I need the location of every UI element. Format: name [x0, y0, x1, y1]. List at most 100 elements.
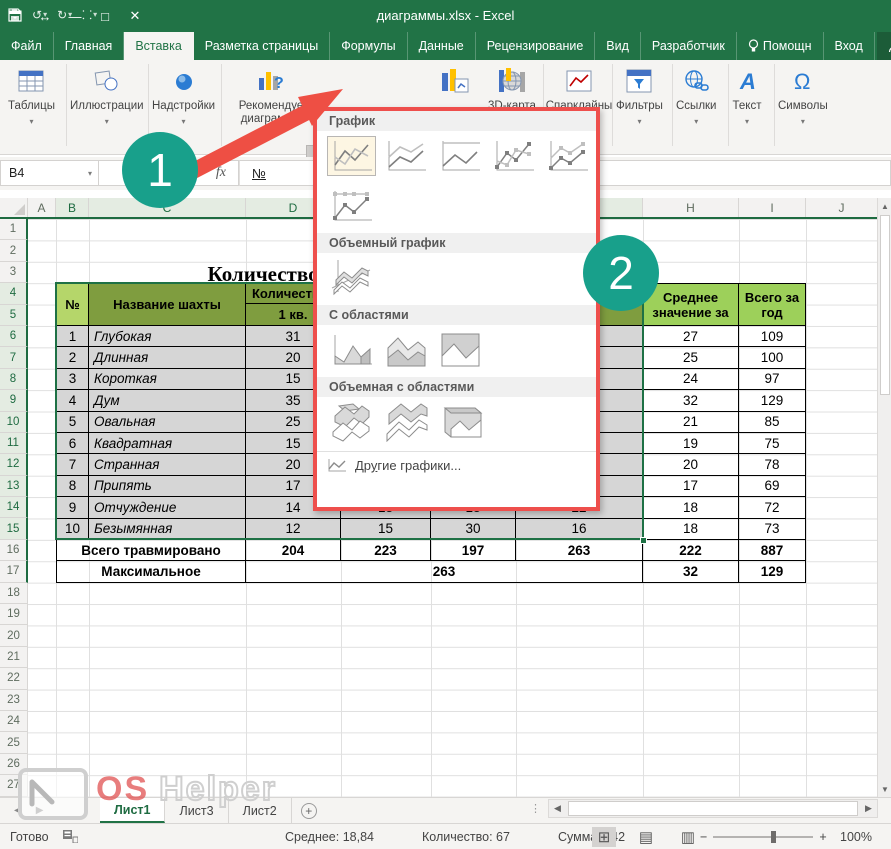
scrollbar-resize-dots[interactable]: ⋮	[530, 802, 542, 815]
new-sheet-button[interactable]: +	[292, 798, 326, 823]
illustrations-group-button[interactable]: Иллюстрации ▾	[70, 64, 144, 128]
row-number[interactable]: 4	[0, 283, 28, 304]
name-box[interactable]: B4 ▾	[0, 160, 99, 186]
row-number[interactable]: 10	[0, 412, 28, 433]
max-avg[interactable]: 32	[643, 561, 739, 583]
cell-q4[interactable]: 16	[516, 519, 643, 540]
stacked-line-with-markers-chart-option[interactable]	[543, 136, 592, 176]
status-average[interactable]: Среднее: 18,84	[285, 830, 374, 844]
name-box-dropdown-icon[interactable]: ▾	[88, 169, 92, 178]
tab-data[interactable]: Данные	[408, 32, 476, 60]
max-value[interactable]: 263	[246, 561, 643, 583]
totals-q4[interactable]: 263	[516, 540, 643, 561]
cell-num[interactable]: 5	[56, 412, 89, 433]
insert-function-button[interactable]: fx	[216, 165, 226, 181]
zoom-percentage[interactable]: 100%	[840, 830, 872, 844]
area-3d-chart-option[interactable]	[327, 402, 376, 442]
cell-num[interactable]: 1	[56, 326, 89, 347]
select-all-corner[interactable]	[0, 198, 28, 217]
tab-page-layout[interactable]: Разметка страницы	[194, 32, 330, 60]
cell-avg[interactable]: 24	[643, 369, 739, 390]
filters-group-button[interactable]: Фильтры ▾	[616, 64, 663, 128]
cell-name[interactable]: Отчуждение	[89, 497, 246, 518]
row-number[interactable]: 21	[0, 647, 28, 668]
row-number[interactable]: 6	[0, 326, 28, 347]
header-year-total[interactable]: Всего за год	[739, 283, 806, 326]
area-chart-option[interactable]	[327, 330, 376, 370]
cell-avg[interactable]: 17	[643, 476, 739, 497]
scroll-right-icon[interactable]: ▶	[860, 803, 877, 814]
row-number[interactable]: 13	[0, 476, 28, 497]
combo-chart-button[interactable]	[438, 64, 472, 100]
row-number[interactable]: 1	[0, 219, 28, 240]
row-number[interactable]: 14	[0, 497, 28, 518]
row-number[interactable]: 22	[0, 668, 28, 689]
totals-q1[interactable]: 204	[246, 540, 341, 561]
totals-total[interactable]: 887	[739, 540, 806, 561]
cell-name[interactable]: Дум	[89, 390, 246, 411]
recommended-charts-button[interactable]: ? Рекомендуе диаграммы	[228, 64, 314, 126]
cell-num[interactable]: 4	[56, 390, 89, 411]
line-with-markers-chart-option[interactable]	[489, 136, 538, 176]
row-number[interactable]: 18	[0, 583, 28, 604]
cell-q3[interactable]: 30	[431, 519, 516, 540]
cell-total[interactable]: 78	[739, 454, 806, 475]
tab-developer[interactable]: Разработчик	[641, 32, 737, 60]
cell-avg[interactable]: 18	[643, 519, 739, 540]
line-3d-chart-option[interactable]	[327, 258, 376, 298]
cell-total[interactable]: 97	[739, 369, 806, 390]
cell-num[interactable]: 2	[56, 347, 89, 368]
cell-name[interactable]: Глубокая	[89, 326, 246, 347]
status-count[interactable]: Количество: 67	[422, 830, 510, 844]
page-break-view-icon[interactable]: ▥	[676, 827, 700, 847]
row-number[interactable]: 19	[0, 604, 28, 625]
cell-total[interactable]: 129	[739, 390, 806, 411]
totals-avg[interactable]: 222	[643, 540, 739, 561]
tab-home[interactable]: Главная	[54, 32, 125, 60]
row-number[interactable]: 3	[0, 262, 28, 283]
column-header-a[interactable]: A	[28, 198, 56, 217]
cell-name[interactable]: Длинная	[89, 347, 246, 368]
normal-view-icon[interactable]: ⊞	[592, 827, 616, 847]
cell-name[interactable]: Овальная	[89, 412, 246, 433]
cell-q1[interactable]: 12	[246, 519, 341, 540]
row-number[interactable]: 20	[0, 625, 28, 646]
stacked-line-100-with-markers-chart-option[interactable]	[327, 186, 376, 226]
line-chart-option[interactable]	[327, 136, 376, 176]
horizontal-scrollbar[interactable]: ◀ ▶	[548, 799, 878, 818]
tab-formulas[interactable]: Формулы	[330, 32, 407, 60]
cell-avg[interactable]: 21	[643, 412, 739, 433]
sign-in-button[interactable]: Вход	[824, 32, 875, 60]
zoom-slider-thumb[interactable]	[771, 831, 776, 843]
row-number[interactable]: 8	[0, 369, 28, 390]
row-number[interactable]: 23	[0, 690, 28, 711]
share-button[interactable]: Общий доступ	[877, 32, 891, 60]
row-number[interactable]: 7	[0, 347, 28, 368]
totals-label[interactable]: Всего травмировано	[56, 540, 246, 561]
stacked-area-chart-option[interactable]	[381, 330, 430, 370]
vertical-scroll-thumb[interactable]	[880, 215, 890, 395]
cell-num[interactable]: 3	[56, 369, 89, 390]
vertical-scrollbar[interactable]: ▲ ▼	[877, 198, 891, 797]
zoom-slider[interactable]	[713, 836, 813, 838]
column-header-j[interactable]: J	[806, 198, 877, 217]
header-average[interactable]: Среднее значение за	[643, 283, 739, 326]
cell-num[interactable]: 6	[56, 433, 89, 454]
header-mine-name[interactable]: Название шахты	[89, 283, 246, 326]
tab-insert[interactable]: Вставка	[124, 32, 193, 60]
fill-handle[interactable]	[640, 537, 647, 544]
cell-total[interactable]: 72	[739, 497, 806, 518]
max-label[interactable]: Максимальное	[56, 561, 246, 583]
cell-name[interactable]: Квадратная	[89, 433, 246, 454]
cell-avg[interactable]: 27	[643, 326, 739, 347]
cell-total[interactable]: 85	[739, 412, 806, 433]
page-layout-view-icon[interactable]: ▤	[634, 827, 658, 847]
links-group-button[interactable]: Ссылки ▾	[676, 64, 717, 128]
column-header-h[interactable]: H	[643, 198, 739, 217]
row-number[interactable]: 2	[0, 240, 28, 261]
symbols-group-button[interactable]: Ω Символы ▾	[778, 64, 828, 128]
scroll-up-icon[interactable]: ▲	[878, 198, 891, 214]
stacked-area-3d-chart-option[interactable]	[381, 402, 430, 442]
stacked-line-100-chart-option[interactable]	[435, 136, 484, 176]
cell-total[interactable]: 100	[739, 347, 806, 368]
